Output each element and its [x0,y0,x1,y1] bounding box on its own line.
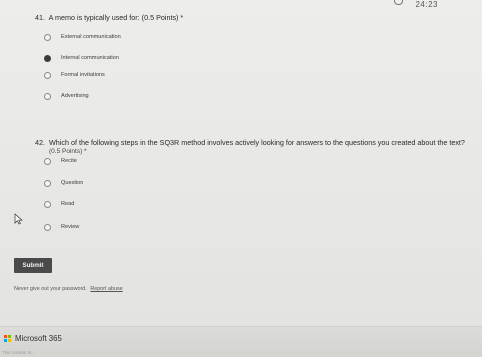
option-recite[interactable]: Recite [44,156,77,166]
question-text: A memo is typically used for: (0.5 Point… [48,13,184,22]
radio-button[interactable] [44,179,51,187]
option-label: Internal communication [61,55,119,61]
option-read[interactable]: Read [44,199,74,209]
radio-button[interactable] [44,157,51,165]
option-formal-invitations[interactable]: Formal invitations [44,70,105,80]
radio-button-selected[interactable] [44,54,51,62]
option-label: Recite [61,158,77,164]
option-label: Review [61,224,80,230]
logo-square-yellow [8,339,11,342]
question-number: 42. [35,138,45,147]
bottom-text: This content is... [2,350,35,355]
question-42: 42. Which of the following steps in the … [35,138,475,156]
submit-button[interactable]: Submit [14,258,52,273]
brand-bar [0,326,482,357]
radio-button[interactable] [44,92,51,100]
option-internal-communication[interactable]: Internal communication [44,53,119,63]
radio-button[interactable] [44,223,51,231]
logo-square-green [8,335,11,338]
microsoft-logo-icon [4,335,11,342]
question-number: 41. [35,13,45,22]
radio-button[interactable] [44,200,51,208]
option-label: Read [61,201,75,207]
report-abuse-link[interactable]: Report abuse [90,286,122,292]
brand-name: Microsoft 365 [15,334,62,343]
option-label: Advertising [61,93,89,99]
radio-button[interactable] [44,33,51,41]
option-question[interactable]: Question [44,178,83,188]
logo-square-blue [4,339,7,342]
timer: 24:23 [415,0,438,9]
option-label: Formal invitations [61,72,105,78]
question-41: 41. A memo is typically used for: (0.5 P… [35,13,183,22]
question-text: Which of the following steps in the SQ3R… [49,138,465,147]
option-review[interactable]: Review [44,222,79,232]
logo-square-red [4,335,7,338]
option-label: Question [61,180,84,186]
password-warning: Never give out your password. [14,286,87,292]
radio-button[interactable] [44,71,51,79]
option-advertising[interactable]: Advertising [44,91,89,101]
option-external-communication[interactable]: External communication [44,32,121,42]
footer-note: Never give out your password. Report abu… [14,286,123,292]
option-label: External communication [61,34,121,40]
mouse-cursor-icon [14,213,23,225]
question-points: (0.5 Points) * [49,148,87,155]
